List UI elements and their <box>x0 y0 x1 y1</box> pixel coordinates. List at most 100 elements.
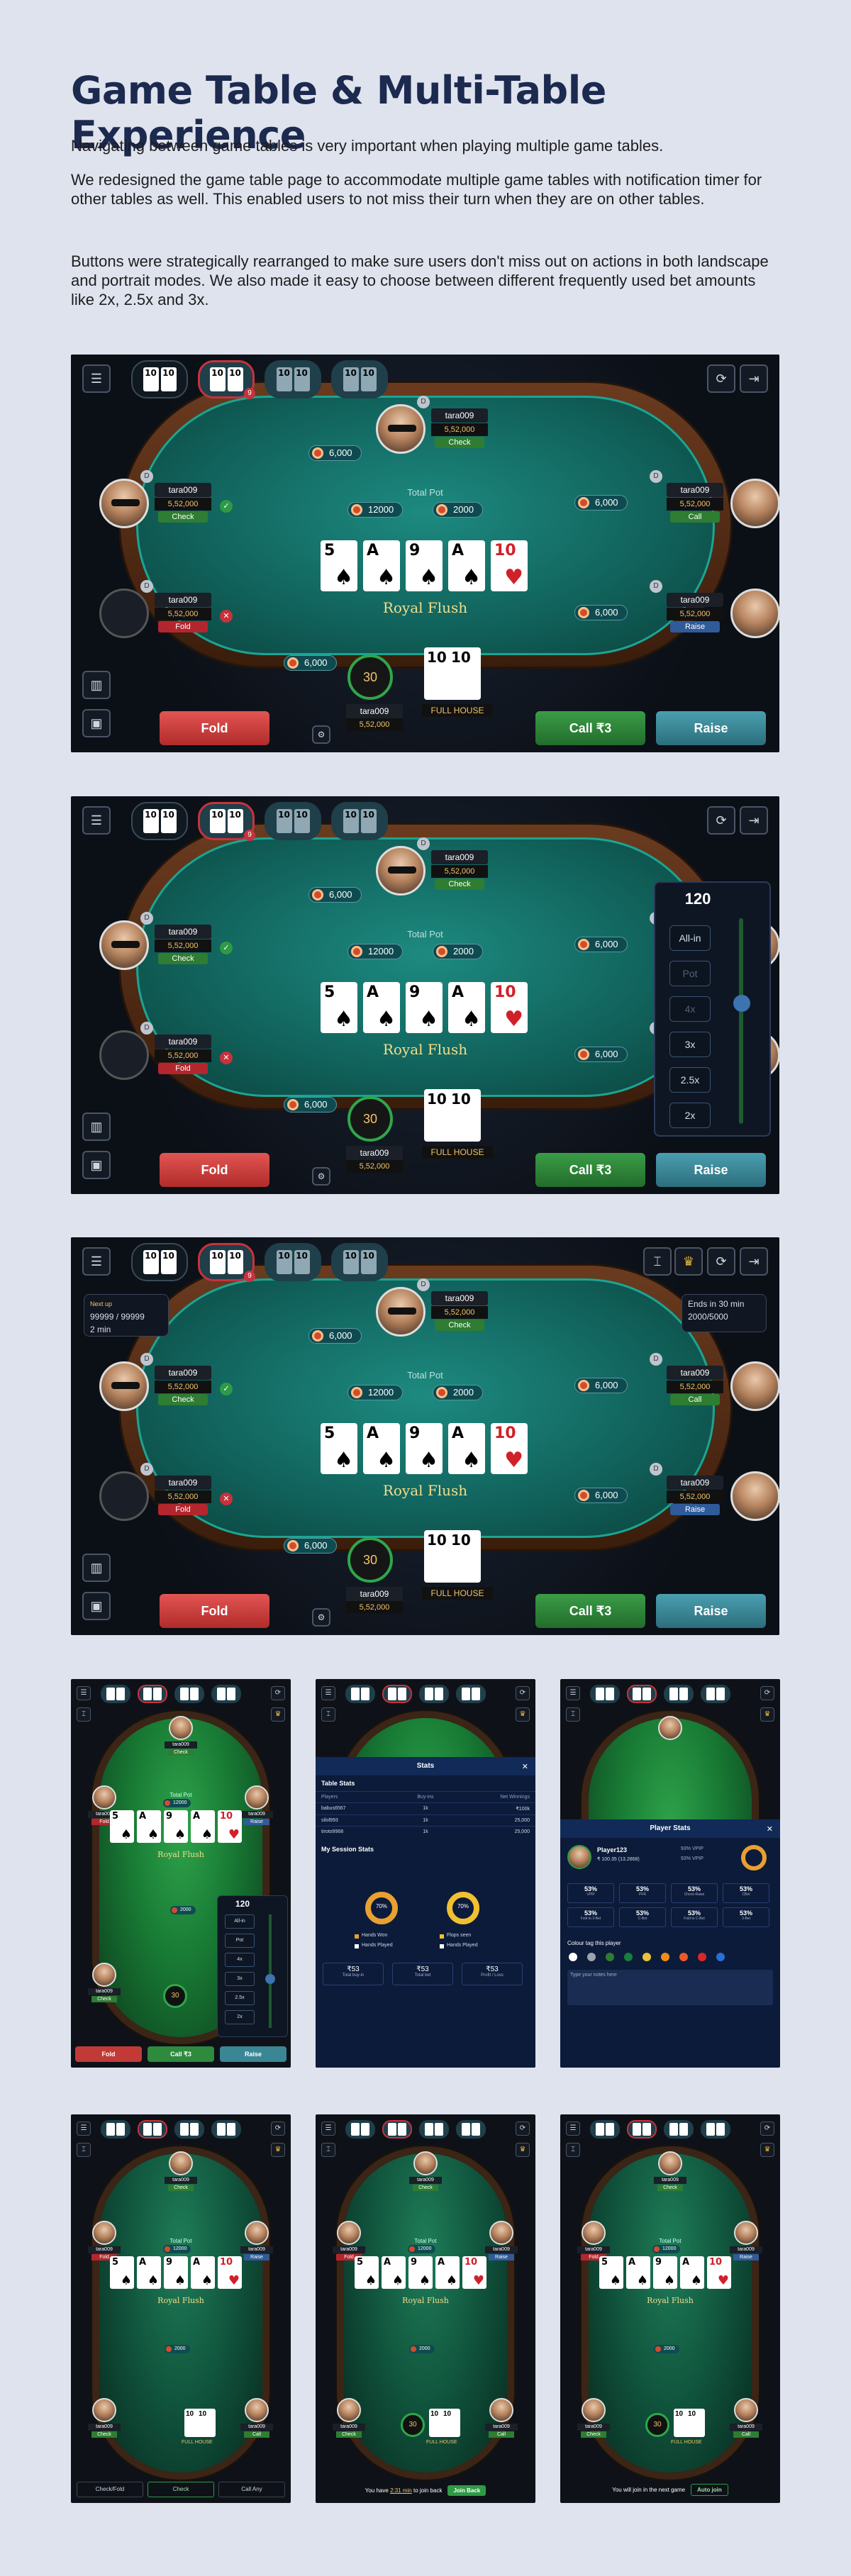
trophy-icon[interactable]: ♛ <box>516 2143 530 2157</box>
table-tab[interactable] <box>382 1685 412 1703</box>
bet-preset-button[interactable]: 2.5x <box>669 1067 711 1093</box>
stats-icon[interactable]: ⌶ <box>321 1707 335 1722</box>
join-back-button[interactable]: Join Back <box>447 2485 486 2496</box>
bet-preset-button[interactable]: Pot <box>669 961 711 986</box>
refresh-icon[interactable]: ⟳ <box>760 2121 774 2136</box>
bet-preset-button[interactable]: 4x <box>669 996 711 1022</box>
table-tab[interactable] <box>590 2120 620 2139</box>
cards-icon[interactable]: ▣ <box>82 1151 111 1179</box>
table-tab[interactable] <box>456 1685 486 1703</box>
colour-tag-swatch[interactable] <box>587 1953 596 1961</box>
player-seat[interactable]: tara009 5,52,000 Check D <box>376 396 546 468</box>
exit-icon[interactable]: ⇥ <box>740 1247 768 1276</box>
trophy-icon[interactable]: ♛ <box>516 1707 530 1722</box>
table-tab[interactable] <box>211 2120 241 2139</box>
bet-preset-button[interactable]: Pot <box>225 1934 255 1948</box>
table-tab[interactable]: 10 10 <box>265 1243 321 1281</box>
bet-preset-button[interactable]: 2x <box>225 2010 255 2024</box>
call-any-toggle[interactable]: Call Any <box>218 2482 285 2497</box>
table-tab[interactable] <box>701 1685 730 1703</box>
menu-icon[interactable]: ☰ <box>566 2121 580 2136</box>
stats-icon[interactable]: ⌶ <box>77 2143 91 2157</box>
player-seat[interactable]: tara009 5,52,000 Check D <box>376 1278 546 1351</box>
gear-icon[interactable]: ⚙ <box>312 725 330 744</box>
refresh-icon[interactable]: ⟳ <box>271 2121 285 2136</box>
table-tab[interactable] <box>138 1685 167 1703</box>
close-icon[interactable]: ✕ <box>522 1762 528 1771</box>
table-tab[interactable]: 10 10 <box>131 360 188 398</box>
notes-input[interactable]: Type your notes here <box>567 1970 773 2005</box>
table-tab[interactable] <box>419 1685 449 1703</box>
table-tab[interactable] <box>138 2120 167 2139</box>
fold-button[interactable]: Fold <box>160 1594 269 1628</box>
raise-button[interactable]: Raise <box>656 1153 766 1187</box>
colour-tag-swatch[interactable] <box>624 1953 633 1961</box>
table-tab[interactable] <box>101 2120 130 2139</box>
fold-button[interactable]: Fold <box>160 1153 269 1187</box>
auto-join-toggle[interactable]: Auto join <box>691 2484 728 2496</box>
player-seat[interactable]: tara0095,52,000RaiseD <box>631 1463 779 1535</box>
table-tab[interactable]: 10 10 9 <box>198 802 255 841</box>
colour-tag-swatch[interactable] <box>698 1953 706 1961</box>
call-button[interactable]: Call ₹3 <box>535 711 645 745</box>
player-seat[interactable]: tara009 5,52,000 Fold D ✕ <box>99 1022 269 1094</box>
table-tab[interactable] <box>345 1685 375 1703</box>
close-icon[interactable]: ✕ <box>767 1824 773 1834</box>
player-seat[interactable]: tara0095,52,000RaiseD <box>631 580 779 652</box>
table-tab[interactable] <box>345 2120 375 2139</box>
menu-icon[interactable]: ☰ <box>321 2121 335 2136</box>
exit-icon[interactable]: ⇥ <box>740 364 768 393</box>
fold-button[interactable]: Fold <box>75 2046 142 2062</box>
player-seat[interactable]: tara009 5,52,000 Fold D ✕ <box>99 580 269 652</box>
table-tab[interactable] <box>456 2120 486 2139</box>
trophy-icon[interactable]: ♛ <box>271 1707 285 1722</box>
colour-tag-swatch[interactable] <box>606 1953 614 1961</box>
table-tab[interactable]: 10 10 <box>131 802 188 840</box>
colour-tag-swatch[interactable] <box>569 1953 577 1961</box>
table-tab[interactable]: 10 10 <box>331 802 388 840</box>
bet-preset-button[interactable]: 3x <box>225 1972 255 1986</box>
bet-slider-knob[interactable] <box>265 1974 275 1984</box>
bet-slider-panel[interactable]: 120 All-in Pot 4x 3x 2.5x 2x <box>217 1895 288 2037</box>
menu-icon[interactable]: ☰ <box>82 364 111 393</box>
check-fold-toggle[interactable]: Check/Fold <box>77 2482 143 2497</box>
table-tab[interactable]: 10 10 9 <box>198 1243 255 1282</box>
stats-icon[interactable]: ⌶ <box>321 2143 335 2157</box>
stats-icon[interactable]: ▥ <box>82 1554 111 1582</box>
table-tab[interactable] <box>382 2120 412 2139</box>
table-tab[interactable]: 10 10 9 <box>198 360 255 399</box>
table-tab[interactable] <box>590 1685 620 1703</box>
colour-tag-swatch[interactable] <box>661 1953 669 1961</box>
menu-icon[interactable]: ☰ <box>77 2121 91 2136</box>
refresh-icon[interactable]: ⟳ <box>707 806 735 835</box>
trophy-icon[interactable]: ♛ <box>760 2143 774 2157</box>
colour-tag-swatch[interactable] <box>716 1953 725 1961</box>
refresh-icon[interactable]: ⟳ <box>516 2121 530 2136</box>
player-seat[interactable]: tara009 5,52,000 Fold D ✕ <box>99 1463 269 1535</box>
bet-slider-track[interactable] <box>739 918 743 1124</box>
refresh-icon[interactable]: ⟳ <box>760 1686 774 1700</box>
refresh-icon[interactable]: ⟳ <box>707 364 735 393</box>
cards-icon[interactable]: ▣ <box>82 1592 111 1620</box>
refresh-icon[interactable]: ⟳ <box>707 1247 735 1276</box>
bet-slider-knob[interactable] <box>733 995 750 1012</box>
stats-icon[interactable]: ⌶ <box>77 1707 91 1722</box>
menu-icon[interactable]: ☰ <box>82 806 111 835</box>
colour-tag-swatch[interactable] <box>679 1953 688 1961</box>
refresh-icon[interactable]: ⟳ <box>271 1686 285 1700</box>
exit-icon[interactable]: ⇥ <box>740 806 768 835</box>
table-tab[interactable] <box>211 1685 241 1703</box>
table-tab[interactable] <box>419 2120 449 2139</box>
raise-button[interactable]: Raise <box>220 2046 287 2062</box>
menu-icon[interactable]: ☰ <box>82 1247 111 1276</box>
bet-preset-button[interactable]: 2x <box>669 1103 711 1128</box>
call-button[interactable]: Call ₹3 <box>148 2046 214 2062</box>
raise-button[interactable]: Raise <box>656 1594 766 1628</box>
gear-icon[interactable]: ⚙ <box>312 1167 330 1186</box>
trophy-icon[interactable]: ♛ <box>760 1707 774 1722</box>
table-tab[interactable] <box>627 2120 657 2139</box>
stats-icon[interactable]: ⌶ <box>566 1707 580 1722</box>
table-tab[interactable] <box>701 2120 730 2139</box>
table-tab[interactable] <box>174 1685 204 1703</box>
stats-icon[interactable]: ▥ <box>82 671 111 699</box>
